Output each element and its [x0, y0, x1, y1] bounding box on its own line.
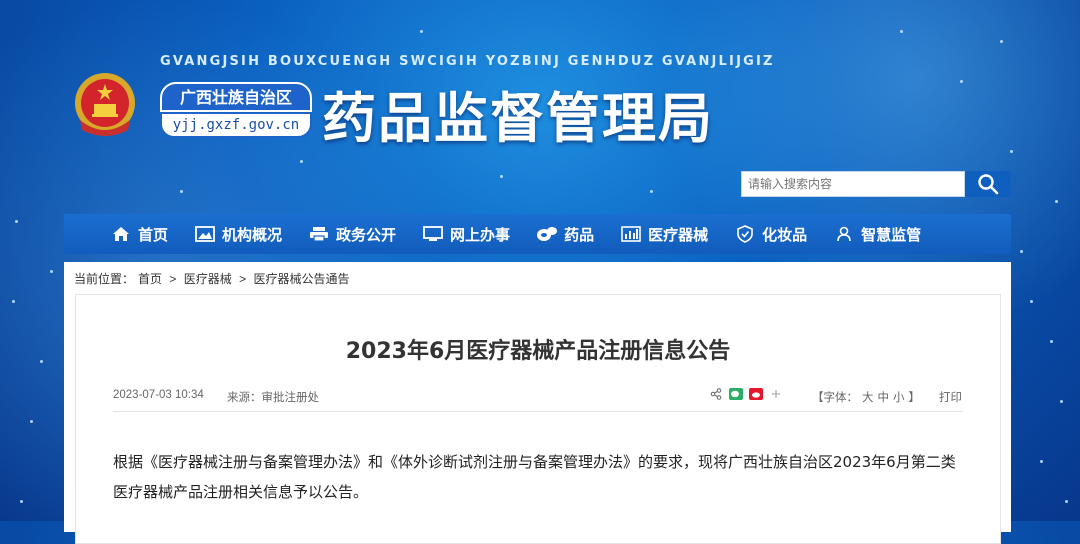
home-icon: [110, 224, 132, 244]
search-input[interactable]: [741, 171, 965, 197]
breadcrumb-separator: >: [169, 272, 177, 286]
content-panel: 当前位置： 首页 > 医疗器械 > 医疗器械公告通告 2023年6月医疗器械产品注…: [64, 262, 1011, 544]
printer-icon: [308, 224, 330, 244]
star-dot: [1040, 460, 1043, 463]
font-small-button[interactable]: 小: [893, 392, 905, 404]
font-medium-button[interactable]: 中: [878, 392, 890, 404]
star-dot: [1065, 500, 1068, 503]
nav-item-drugs[interactable]: 药品: [536, 224, 594, 245]
star-dot: [1050, 340, 1053, 343]
font-size-label: 【字体：: [812, 392, 858, 404]
star-dot: [1010, 150, 1013, 153]
nav-item-medical-devices[interactable]: 医疗器械: [620, 224, 708, 245]
national-emblem-icon: [75, 73, 135, 136]
source-label: 来源：: [227, 392, 262, 404]
image-icon: [194, 224, 216, 244]
user-icon: [833, 224, 855, 244]
pill-icon: [536, 224, 558, 244]
share-icon[interactable]: [709, 387, 723, 401]
breadcrumb-prefix: 当前位置：: [74, 272, 135, 286]
bar-chart-icon: [620, 224, 642, 244]
breadcrumb-link-home[interactable]: 首页: [138, 272, 162, 286]
star-dot: [180, 190, 183, 193]
star-dot: [40, 360, 43, 363]
header-pinyin: GVANGJSIH BOUXCUENGH SWCIGIH YOZBINJ GEN…: [160, 54, 775, 69]
nav-label: 智慧监管: [861, 226, 922, 244]
breadcrumb-link-devices[interactable]: 医疗器械: [184, 272, 232, 286]
nav-label: 化妆品: [762, 226, 808, 244]
wechat-icon[interactable]: [729, 387, 743, 401]
article-body: 根据《医疗器械注册与备案管理办法》和《体外诊断试剂注册与备案管理办法》的要求，现…: [113, 453, 956, 501]
monitor-icon: [422, 224, 444, 244]
nav-item-cosmetics[interactable]: 化妆品: [734, 224, 807, 245]
star-dot: [420, 30, 423, 33]
search-icon: [978, 174, 999, 195]
article-source: 来源：审批注册处: [227, 389, 319, 405]
nav-item-online-service[interactable]: 网上办事: [422, 224, 510, 245]
star-dot: [650, 190, 653, 193]
star-dot: [50, 270, 53, 273]
nav-label: 政务公开: [336, 226, 397, 244]
star-dot: [1020, 250, 1023, 253]
nav-label: 医疗器械: [648, 226, 709, 244]
star-dot: [960, 80, 963, 83]
publish-date: 2023-07-03 10:34: [113, 389, 204, 401]
breadcrumb-link-notices[interactable]: 医疗器械公告通告: [253, 272, 349, 286]
nav-item-smart-supervision[interactable]: 智慧监管: [833, 224, 921, 245]
breadcrumb: 当前位置： 首页 > 医疗器械 > 医疗器械公告通告: [74, 270, 353, 287]
star-dot: [1030, 300, 1033, 303]
font-size-control: 【字体： 大中小】: [810, 389, 922, 405]
print-button[interactable]: 打印: [939, 389, 962, 405]
star-dot: [20, 500, 23, 503]
region-badge: 广西壮族自治区: [160, 82, 312, 112]
nav-label: 机构概况: [222, 226, 283, 244]
star-dot: [12, 300, 15, 303]
source-value: 审批注册处: [261, 392, 320, 404]
search-button[interactable]: [965, 171, 1011, 197]
article-meta: 2023-07-03 10:34 来源：审批注册处 【字体： 大中小】 打印: [113, 387, 963, 412]
site-title[interactable]: 药品监督管理局: [322, 74, 714, 153]
nav-label: 首页: [138, 226, 169, 244]
font-size-close: 】: [908, 392, 921, 404]
nav-label: 药品: [564, 226, 595, 244]
star-dot: [1000, 40, 1003, 43]
font-large-button[interactable]: 大: [862, 392, 874, 404]
breadcrumb-separator: >: [239, 272, 247, 286]
star-dot: [1060, 400, 1063, 403]
nav-item-home[interactable]: 首页: [110, 224, 168, 245]
plus-icon[interactable]: [769, 387, 783, 401]
nav-label: 网上办事: [450, 226, 511, 244]
site-domain[interactable]: yjj.gxzf.gov.cn: [160, 112, 312, 138]
star-dot: [1055, 200, 1058, 203]
nav-item-about[interactable]: 机构概况: [194, 224, 282, 245]
weibo-icon[interactable]: [749, 387, 763, 401]
star-dot: [900, 30, 903, 33]
star-dot: [500, 175, 503, 178]
star-dot: [15, 220, 18, 223]
article-title: 2023年6月医疗器械产品注册信息公告: [345, 339, 731, 364]
share-bar: [709, 387, 789, 401]
shield-icon: [734, 224, 756, 244]
star-dot: [30, 420, 33, 423]
nav-item-gov-affairs[interactable]: 政务公开: [308, 224, 396, 245]
main-nav: 首页 机构概况 政务公开 网上办事 药品 医疗器械 化妆品 智慧监管: [64, 214, 1011, 254]
star-dot: [300, 160, 303, 163]
article: 2023年6月医疗器械产品注册信息公告 2023-07-03 10:34 来源：…: [75, 294, 1001, 544]
